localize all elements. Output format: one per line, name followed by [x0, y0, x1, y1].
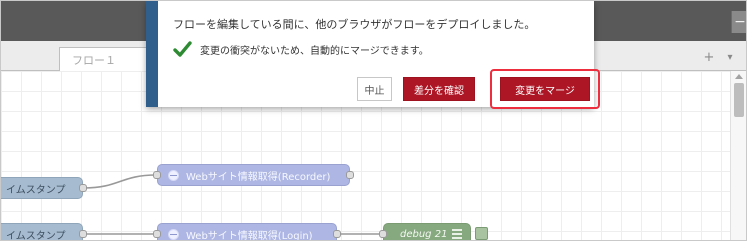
http-node-recorder-output-port[interactable] [346, 171, 354, 179]
http-node-login-input-port[interactable] [153, 230, 161, 238]
globe-icon [168, 228, 179, 240]
add-tab-plus-icon[interactable]: + [702, 51, 716, 65]
deploy-conflict-notification: フローを編集している間に、他のブラウザがフローをデプロイしました。 変更の衝突が… [146, 1, 600, 109]
cancel-button[interactable]: 中止 [357, 77, 392, 101]
review-diff-button[interactable]: 差分を確認 [403, 77, 475, 101]
http-request-node-login[interactable]: Webサイト情報取得(Login) [153, 223, 341, 241]
notification-button-row: 中止 差分を確認 変更をマージ [348, 69, 600, 109]
scroll-up-arrow-icon[interactable] [735, 74, 743, 79]
inject-node-1[interactable]: イムスタンプ [1, 177, 87, 199]
list-icon [452, 229, 462, 239]
debug-node-21[interactable]: debug 21 [379, 223, 471, 240]
notification-detail-row: 変更の衝突がないため、自動的にマージできます。 [173, 41, 429, 57]
http-request-node-recorder[interactable]: Webサイト情報取得(Recorder) [153, 164, 354, 186]
scroll-thumb[interactable] [734, 83, 744, 117]
inject-node-2-output-port[interactable] [79, 230, 87, 238]
debug-node-label: debug 21 [400, 228, 448, 240]
globe-icon [168, 169, 179, 181]
tab-menu-chevron-down-icon[interactable]: ▾ [723, 51, 737, 65]
inject-node-1-label: イムスタンプ [6, 184, 66, 196]
tab-label: フロー１ [72, 53, 116, 67]
debug-node-toggle[interactable] [475, 227, 488, 240]
workspace-vertical-scrollbar[interactable] [730, 71, 746, 240]
notification-detail-text: 変更の衝突がないため、自動的にマージできます。 [200, 45, 429, 57]
inject-node-2-label: イムスタンプ [6, 230, 66, 241]
http-node-login-output-port[interactable] [333, 230, 341, 238]
flow-editor-screen: − フロー１ + ▾ イムスタンプ Webサイト情報取得(Recorder) イ… [0, 0, 747, 241]
inject-node-1-output-port[interactable] [79, 184, 87, 192]
merge-changes-button[interactable]: 変更をマージ [500, 77, 590, 101]
http-node-recorder-label: Webサイト情報取得(Recorder) [186, 171, 331, 183]
http-node-recorder-input-port[interactable] [153, 171, 161, 179]
header-collapse-button[interactable]: − [731, 11, 746, 33]
inject-node-2[interactable]: イムスタンプ [1, 223, 87, 241]
check-icon [173, 41, 192, 57]
http-node-login-label: Webサイト情報取得(Login) [186, 230, 313, 241]
notification-message: フローを編集している間に、他のブラウザがフローをデプロイしました。 [173, 18, 536, 31]
debug-node-input-port[interactable] [379, 230, 387, 238]
tab-flow-1[interactable]: フロー１ [59, 47, 154, 71]
